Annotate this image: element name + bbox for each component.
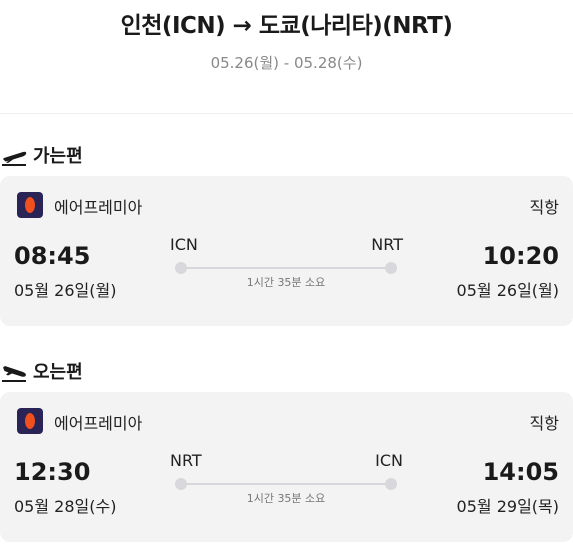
outbound-label: 가는편 (33, 146, 83, 167)
inbound-flight-card[interactable]: 에어프레미아 직항 12:30 05월 28일(수) NRT ICN 1시간 3… (0, 392, 573, 542)
trip-header: 인천(ICN) → 도쿄(나리타)(NRT) 05.26(월) - 05.28(… (0, 0, 573, 114)
outbound-flight-card[interactable]: 에어프레미아 직항 08:45 05월 26일(월) ICN NRT 1시간 3… (0, 176, 573, 326)
flight-type-badge: 직항 (529, 198, 559, 217)
page-title: 인천(ICN) → 도쿄(나리타)(NRT) (120, 13, 453, 39)
airline-logo (17, 408, 43, 434)
departure-date: 05월 26일(월) (14, 281, 117, 300)
plane-departure-icon (2, 151, 27, 166)
departure-time: 12:30 (14, 458, 91, 486)
airline-name: 에어프레미아 (54, 414, 143, 433)
plane-arrival-icon (2, 366, 26, 382)
departure-date: 05월 28일(수) (14, 497, 117, 516)
trip-dates: 05.26(월) - 05.28(수) (210, 54, 363, 72)
inbound-label: 오는편 (33, 362, 83, 383)
flight-duration: 1시간 35분 소요 (246, 276, 326, 289)
route-start-dot (175, 478, 187, 490)
outbound-section-title: 가는편 (2, 141, 83, 169)
header-divider (0, 113, 573, 114)
arrival-date: 05월 26일(월) (456, 281, 559, 300)
arrival-date: 05월 29일(목) (456, 497, 559, 516)
flight-type-badge: 직항 (529, 414, 559, 433)
flight-duration: 1시간 35분 소요 (246, 492, 326, 505)
airline-name: 에어프레미아 (54, 198, 143, 217)
route-line (181, 267, 391, 269)
departure-time: 08:45 (14, 242, 91, 270)
departure-airport-code: NRT (170, 451, 202, 470)
arrival-airport-code: ICN (375, 451, 403, 470)
departure-airport-code: ICN (170, 235, 198, 254)
route-end-dot (385, 478, 397, 490)
route-end-dot (385, 262, 397, 274)
arrival-time: 10:20 (482, 242, 559, 270)
airline-logo (17, 192, 43, 218)
inbound-section-title: 오는편 (2, 357, 83, 385)
route-start-dot (175, 262, 187, 274)
arrival-time: 14:05 (482, 458, 559, 486)
route-line (181, 483, 391, 485)
arrival-airport-code: NRT (371, 235, 403, 254)
